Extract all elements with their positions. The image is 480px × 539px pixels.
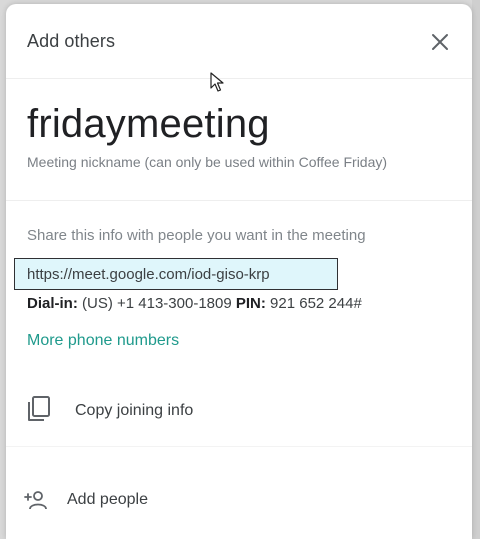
more-phone-numbers-link[interactable]: More phone numbers xyxy=(27,332,179,350)
add-people-button[interactable]: Add people xyxy=(6,477,472,527)
copy-joining-info-label: Copy joining info xyxy=(75,402,194,419)
dialog-header: Add others xyxy=(6,4,472,79)
section-divider xyxy=(6,200,472,201)
dialin-number: (US) +1 413-300-1809 xyxy=(82,295,232,312)
actions-divider xyxy=(6,446,472,447)
pin-label: PIN: xyxy=(235,295,266,312)
copy-joining-info-button[interactable]: Copy joining info xyxy=(6,385,472,435)
nickname-caption: Meeting nickname (can only be used withi… xyxy=(27,154,388,170)
close-icon xyxy=(432,34,448,50)
add-others-dialog: Add others fridaymeeting Meeting nicknam… xyxy=(6,4,472,539)
dialog-title: Add others xyxy=(27,31,116,51)
dialin-label: Dial-in: xyxy=(27,295,78,312)
background-edge xyxy=(472,0,480,539)
share-hint: Share this info with people you want in … xyxy=(27,227,366,244)
meeting-nickname: fridaymeeting xyxy=(27,102,270,146)
add-people-label: Add people xyxy=(67,491,148,508)
meeting-link[interactable]: https://meet.google.com/iod-giso-krp xyxy=(27,266,270,283)
pin-value: 921 652 244# xyxy=(270,295,362,312)
mouse-cursor-icon xyxy=(210,72,224,92)
dialin-info: Dial-in: (US) +1 413-300-1809 PIN: 921 6… xyxy=(27,295,362,312)
close-button[interactable] xyxy=(428,30,452,54)
add-person-icon xyxy=(24,491,47,510)
copy-icon xyxy=(28,396,50,421)
meeting-link-field[interactable]: https://meet.google.com/iod-giso-krp xyxy=(14,258,338,290)
